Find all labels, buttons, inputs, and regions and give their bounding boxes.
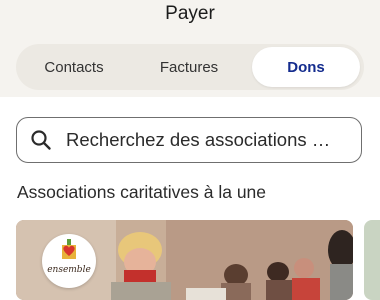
search-icon [31, 130, 51, 150]
charity-logo-text: ensemble [47, 265, 91, 275]
section-title: Associations caritatives à la une [17, 182, 267, 202]
tab-contacts[interactable]: Contacts [19, 47, 129, 87]
charity-card-next[interactable] [364, 220, 380, 300]
search-placeholder: Recherchez des associations o... [66, 129, 336, 150]
heart-house-icon [62, 239, 76, 259]
search-input[interactable]: Recherchez des associations o... [16, 117, 362, 163]
charity-card[interactable]: ensemble [16, 220, 353, 300]
segmented-tabs: Contacts Factures Dons [16, 44, 364, 90]
charity-logo: ensemble [42, 234, 96, 288]
page-title: Payer [165, 3, 215, 24]
header: Payer Contacts Factures Dons [0, 0, 380, 97]
tab-factures[interactable]: Factures [133, 47, 245, 87]
tab-dons[interactable]: Dons [252, 47, 360, 87]
